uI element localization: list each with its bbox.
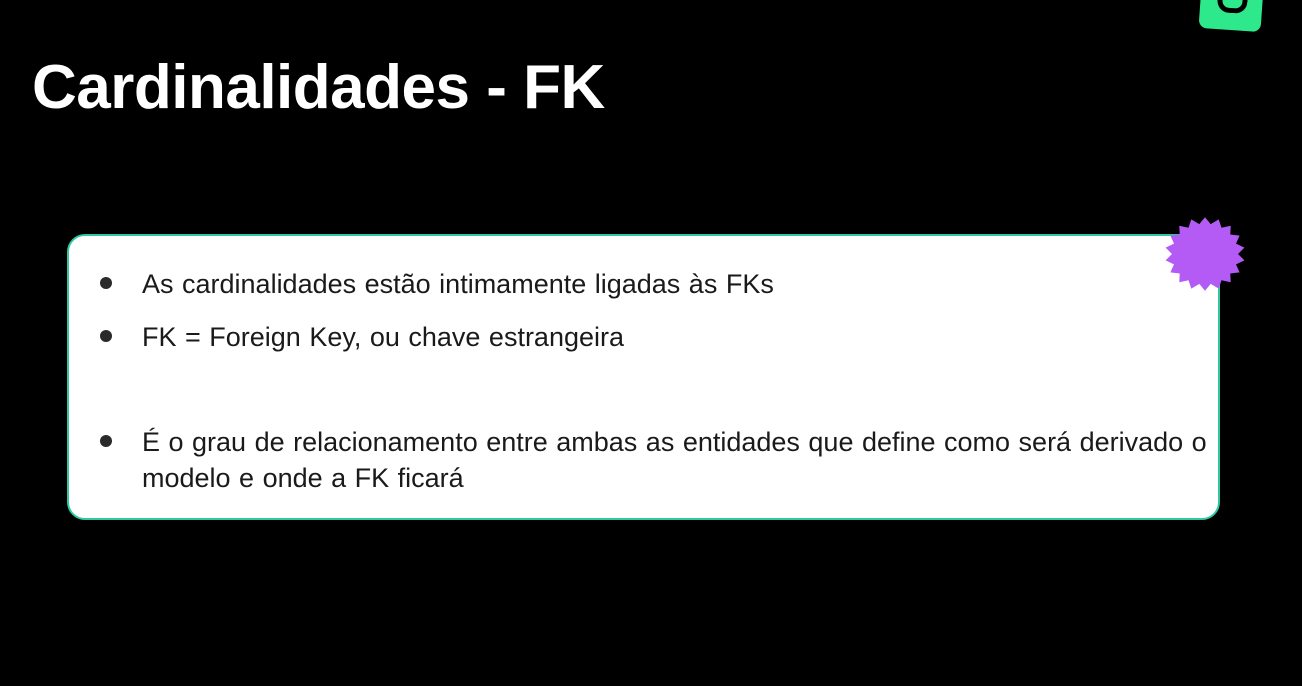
bullet-dot-icon [100, 330, 112, 342]
bullet-dot-icon [100, 277, 112, 289]
bullet-text: FK = Foreign Key, ou chave estrangeira [142, 322, 625, 352]
starburst-shape [1165, 217, 1245, 291]
bullet-dot-icon [100, 435, 112, 447]
bullet-text: É o grau de relacionamento entre ambas a… [142, 427, 1207, 493]
bullet-text: As cardinalidades estão intimamente liga… [142, 269, 774, 299]
content-card: As cardinalidades estão intimamente liga… [67, 234, 1220, 520]
slide-title: Cardinalidades - FK [32, 53, 605, 122]
brand-logo-icon [1198, 0, 1264, 33]
starburst-icon [1165, 217, 1245, 291]
logo-glyph [1216, 0, 1249, 15]
